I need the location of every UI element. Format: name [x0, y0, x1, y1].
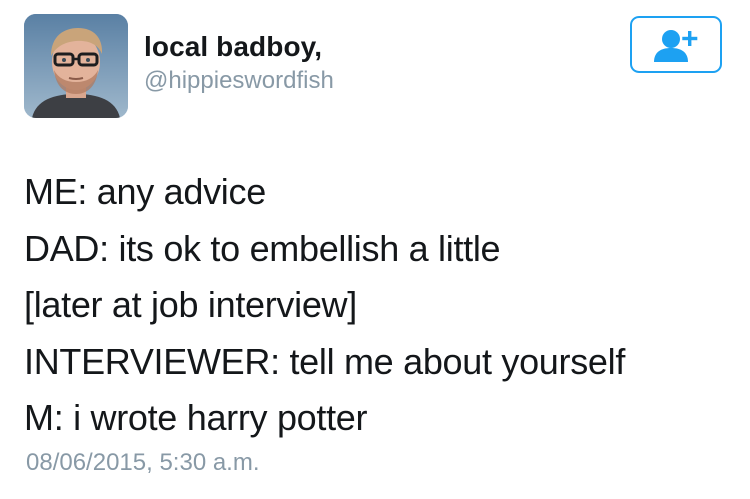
tweet-line: [later at job interview] — [24, 284, 357, 325]
display-name[interactable]: local badboy, — [144, 30, 334, 64]
tweet-card: local badboy, @hippieswordfish ME: any a… — [0, 0, 750, 499]
username-handle[interactable]: @hippieswordfish — [144, 66, 334, 96]
tweet-line: M: i wrote harry potter — [24, 397, 368, 438]
tweet-line: INTERVIEWER: tell me about yourself — [24, 340, 626, 382]
tweet-line: ME: any advice — [24, 171, 266, 212]
avatar[interactable] — [24, 14, 128, 118]
add-user-icon — [654, 29, 698, 62]
follow-button[interactable] — [630, 16, 722, 73]
avatar-portrait-icon — [24, 14, 128, 118]
tweet-timestamp[interactable]: 08/06/2015, 5:30 a.m. — [26, 448, 260, 478]
user-info: local badboy, @hippieswordfish — [144, 30, 334, 96]
tweet-text: ME: any advice DAD: its ok to embellish … — [24, 164, 734, 447]
tweet-line: DAD: its ok to embellish a little — [24, 227, 501, 269]
